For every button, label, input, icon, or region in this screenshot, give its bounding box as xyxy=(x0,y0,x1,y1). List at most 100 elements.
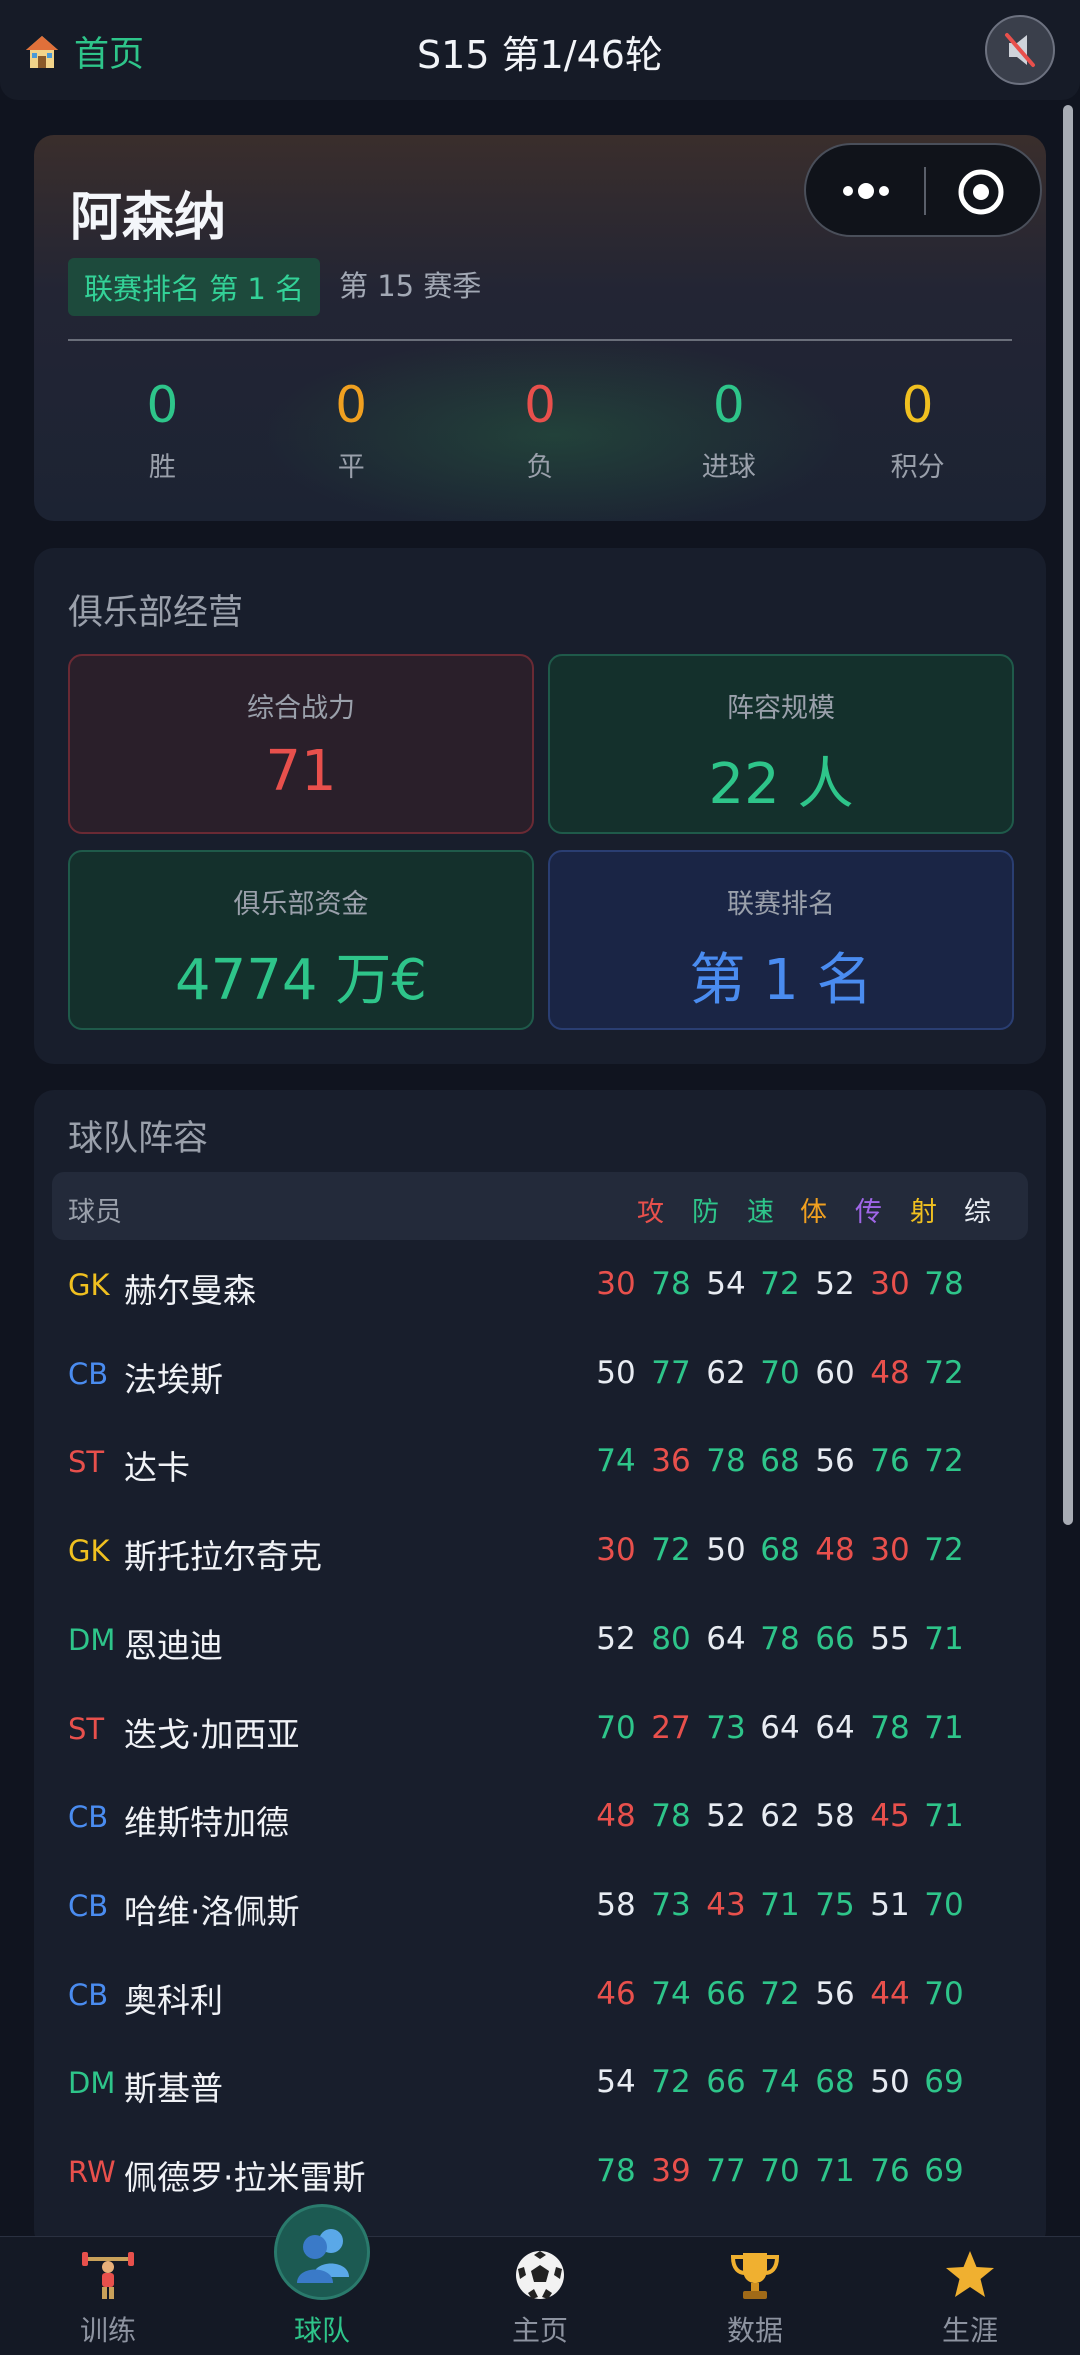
player-name: 哈维·洛佩斯 xyxy=(124,1891,300,1931)
season-label: 第 15 赛季 xyxy=(339,269,482,303)
player-name: 恩迪迪 xyxy=(124,1625,223,1665)
player-stat: 54 xyxy=(706,1266,746,1302)
player-position: CB xyxy=(68,1800,109,1835)
player-stat: 78 xyxy=(651,1798,691,1835)
stat-value: 0 xyxy=(146,376,179,434)
player-stat: 78 xyxy=(924,1266,964,1302)
player-stat: 30 xyxy=(870,1532,910,1569)
nav-label: 球队 xyxy=(293,2314,350,2347)
mini-program-capsule xyxy=(804,143,1042,237)
player-position: CB xyxy=(68,1356,109,1391)
stat-label: 积分 xyxy=(890,452,945,483)
player-stat: 73 xyxy=(651,1886,691,1923)
player-stat: 72 xyxy=(924,1354,964,1391)
player-stat: 74 xyxy=(596,1443,636,1480)
nav-label: 主页 xyxy=(511,2314,568,2347)
squad-size-tile: 阵容规模 22 人 xyxy=(548,654,1014,834)
player-stat: 72 xyxy=(760,1266,800,1302)
player-name: 达卡 xyxy=(124,1448,190,1488)
tile-label: 阵容规模 xyxy=(727,693,835,724)
team-nav-highlight[interactable] xyxy=(274,2204,370,2300)
table-row[interactable]: CB 哈维·洛佩斯 58 73 43 71 75 51 70 xyxy=(34,1865,1046,1953)
player-stat: 58 xyxy=(815,1798,855,1835)
table-row[interactable]: GK 斯托拉尔奇克 30 72 50 68 48 30 72 xyxy=(34,1510,1046,1598)
tile-label: 俱乐部资金 xyxy=(233,889,369,920)
player-stat: 60 xyxy=(815,1354,855,1391)
tile-value: 22 人 xyxy=(708,752,854,817)
player-stat: 48 xyxy=(815,1532,855,1569)
col-shooting: 射 xyxy=(910,1197,937,1228)
stat-label: 进球 xyxy=(701,452,756,483)
close-target-icon[interactable] xyxy=(956,167,1006,217)
player-stat: 56 xyxy=(815,1443,855,1480)
player-position: ST xyxy=(68,1445,105,1480)
stat-label: 负 xyxy=(526,452,554,483)
player-stat: 78 xyxy=(760,1620,800,1657)
player-stat: 48 xyxy=(596,1798,636,1835)
player-stat: 77 xyxy=(651,1354,691,1391)
stat-losses: 0 负 xyxy=(446,375,635,484)
player-stat: 70 xyxy=(596,1709,636,1746)
section-title: 俱乐部经营 xyxy=(68,593,244,633)
player-stat: 36 xyxy=(651,1443,691,1480)
table-row[interactable]: CB 法埃斯 50 77 62 70 60 48 72 xyxy=(34,1333,1046,1421)
col-stamina: 体 xyxy=(800,1197,827,1228)
player-stat: 72 xyxy=(924,1443,964,1480)
player-stat: 43 xyxy=(706,1886,746,1923)
weightlifter-icon xyxy=(82,2252,134,2299)
table-row[interactable]: DM 斯基普 54 72 66 74 68 50 69 xyxy=(34,2042,1046,2130)
col-defense: 防 xyxy=(692,1197,719,1228)
scrollbar[interactable] xyxy=(1063,105,1073,1525)
player-stat: 66 xyxy=(815,1620,855,1657)
player-stat: 50 xyxy=(870,2064,910,2101)
table-row[interactable]: GK 赫尔曼森 30 78 54 72 52 30 78 xyxy=(34,1244,1046,1332)
table-row[interactable]: ST 达卡 74 36 78 68 56 76 72 xyxy=(34,1421,1046,1509)
speaker-muted-icon xyxy=(1005,33,1035,67)
nav-home[interactable]: 主页 xyxy=(440,2237,640,2349)
player-stat: 50 xyxy=(706,1532,746,1569)
player-stat: 72 xyxy=(651,1532,691,1569)
player-stat: 68 xyxy=(815,2064,855,2101)
player-stat: 64 xyxy=(760,1709,800,1746)
player-position: DM xyxy=(68,1622,116,1657)
player-name: 奥科利 xyxy=(124,1980,223,2020)
player-stat: 30 xyxy=(596,1266,636,1302)
stat-label: 平 xyxy=(337,452,365,483)
player-stat: 76 xyxy=(870,2153,910,2189)
more-icon[interactable] xyxy=(836,173,896,209)
stat-points: 0 积分 xyxy=(823,375,1012,484)
table-row[interactable]: CB 维斯特加德 48 78 52 62 58 45 71 xyxy=(34,1776,1046,1864)
col-attack: 攻 xyxy=(637,1197,664,1228)
player-position: ST xyxy=(68,1711,105,1746)
table-row[interactable]: CB 奥科利 46 74 66 72 56 44 70 xyxy=(34,1954,1046,2042)
player-stat: 52 xyxy=(706,1798,746,1835)
player-name: 赫尔曼森 xyxy=(124,1271,256,1310)
player-stat: 64 xyxy=(706,1620,746,1657)
rank-badge: 联赛排名 第 1 名 xyxy=(68,258,321,316)
col-speed: 速 xyxy=(747,1197,774,1228)
page-title: S15 第1/46轮 xyxy=(417,33,663,77)
player-stat: 69 xyxy=(924,2153,964,2189)
stat-value: 0 xyxy=(712,376,745,434)
nav-career[interactable]: 生涯 xyxy=(870,2237,1070,2349)
player-position: GK xyxy=(68,1534,110,1569)
table-row[interactable]: ST 迭戈·加西亚 70 27 73 64 64 78 71 xyxy=(34,1688,1046,1776)
capsule-divider xyxy=(924,167,926,215)
mute-button[interactable] xyxy=(985,15,1055,85)
team-icon xyxy=(297,2229,349,2283)
player-stat: 75 xyxy=(815,1886,855,1923)
player-stat: 51 xyxy=(870,1886,910,1923)
nav-label: 数据 xyxy=(726,2314,783,2347)
tile-value: 4774 万€ xyxy=(175,948,427,1013)
player-stat: 71 xyxy=(924,1620,964,1657)
nav-training[interactable]: 训练 xyxy=(8,2237,208,2349)
player-stat: 76 xyxy=(870,1443,910,1480)
tile-value: 71 xyxy=(265,739,337,804)
player-position: GK xyxy=(68,1268,110,1302)
table-row[interactable]: RW 佩德罗·拉米雷斯 78 39 77 70 71 76 69 xyxy=(34,2131,1046,2219)
table-row[interactable]: DM 恩迪迪 52 80 64 78 66 55 71 xyxy=(34,1599,1046,1687)
player-name: 维斯特加德 xyxy=(124,1803,289,1843)
nav-data[interactable]: 数据 xyxy=(655,2237,855,2349)
club-funds-tile: 俱乐部资金 4774 万€ xyxy=(68,850,534,1030)
stat-value: 0 xyxy=(335,376,368,434)
